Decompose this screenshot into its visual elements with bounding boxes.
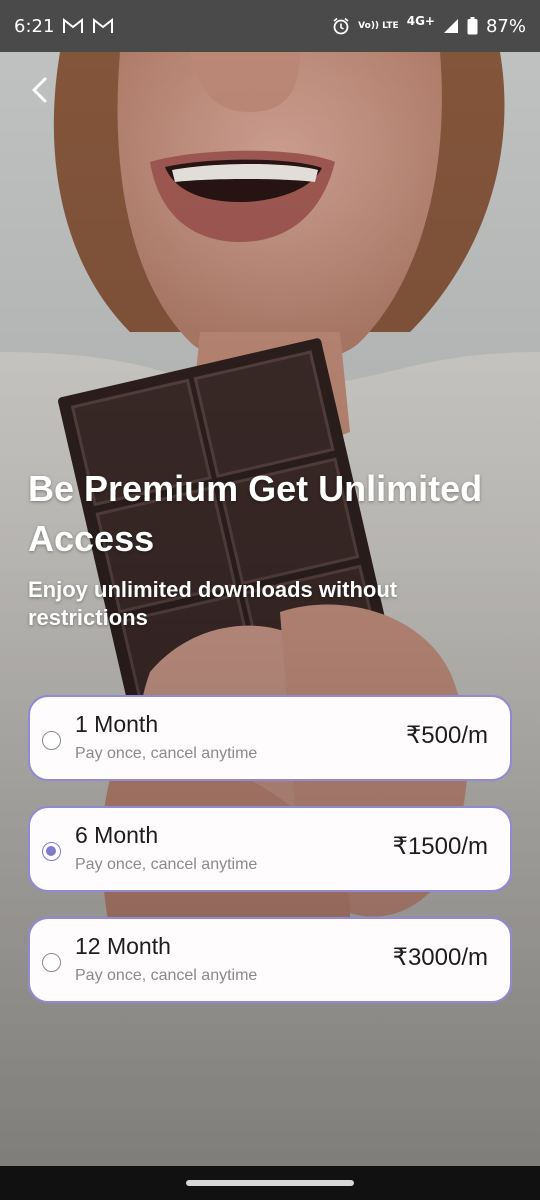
status-left: 6:21 — [14, 16, 114, 37]
plan-title: 12 Month — [75, 933, 171, 959]
plan-note: Pay once, cancel anytime — [75, 856, 258, 873]
volte-icon: Vo)) LTE — [358, 20, 399, 31]
page-title: Be Premium Get Unlimited Access — [28, 468, 483, 559]
status-bar: 6:21 Vo)) LTE 4G+ 87% — [0, 0, 540, 52]
premium-screen: 6:21 Vo)) LTE 4G+ 87% Be Premium Get Unl… — [0, 0, 540, 1200]
battery-percent: 87% — [485, 15, 526, 37]
plan-option-1-month[interactable]: 1 Month Pay once, cancel anytime ₹500/m — [28, 695, 512, 781]
plan-note: Pay once, cancel anytime — [75, 967, 258, 984]
plan-option-6-month[interactable]: 6 Month Pay once, cancel anytime ₹1500/m — [28, 806, 512, 892]
plan-radio[interactable] — [42, 731, 61, 750]
plan-radio[interactable] — [42, 953, 61, 972]
plan-radio-selected[interactable] — [42, 842, 61, 861]
network-type: 4G+ — [406, 14, 435, 28]
status-time: 6:21 — [14, 15, 55, 37]
plan-list: 1 Month Pay once, cancel anytime ₹500/m … — [28, 695, 512, 1028]
plan-title: 1 Month — [75, 711, 159, 737]
battery-icon — [467, 17, 478, 35]
status-right: Vo)) LTE 4G+ 87% — [332, 14, 526, 37]
signal-icon — [443, 18, 459, 34]
gmail-icon — [92, 18, 114, 34]
back-button[interactable] — [22, 70, 56, 110]
plan-price: ₹1500/m — [392, 833, 488, 860]
gmail-icon — [62, 18, 84, 34]
plan-title: 6 Month — [75, 822, 159, 848]
chevron-left-icon — [32, 77, 47, 103]
plan-price: ₹3000/m — [392, 944, 488, 971]
plan-note: Pay once, cancel anytime — [75, 745, 258, 762]
alarm-icon — [332, 17, 350, 35]
home-indicator[interactable] — [186, 1180, 354, 1186]
page-subtitle: Enjoy unlimited downloads without restri… — [28, 577, 398, 630]
plan-option-12-month[interactable]: 12 Month Pay once, cancel anytime ₹3000/… — [28, 917, 512, 1003]
plan-price: ₹500/m — [406, 722, 488, 749]
navigation-bar — [0, 1166, 540, 1200]
